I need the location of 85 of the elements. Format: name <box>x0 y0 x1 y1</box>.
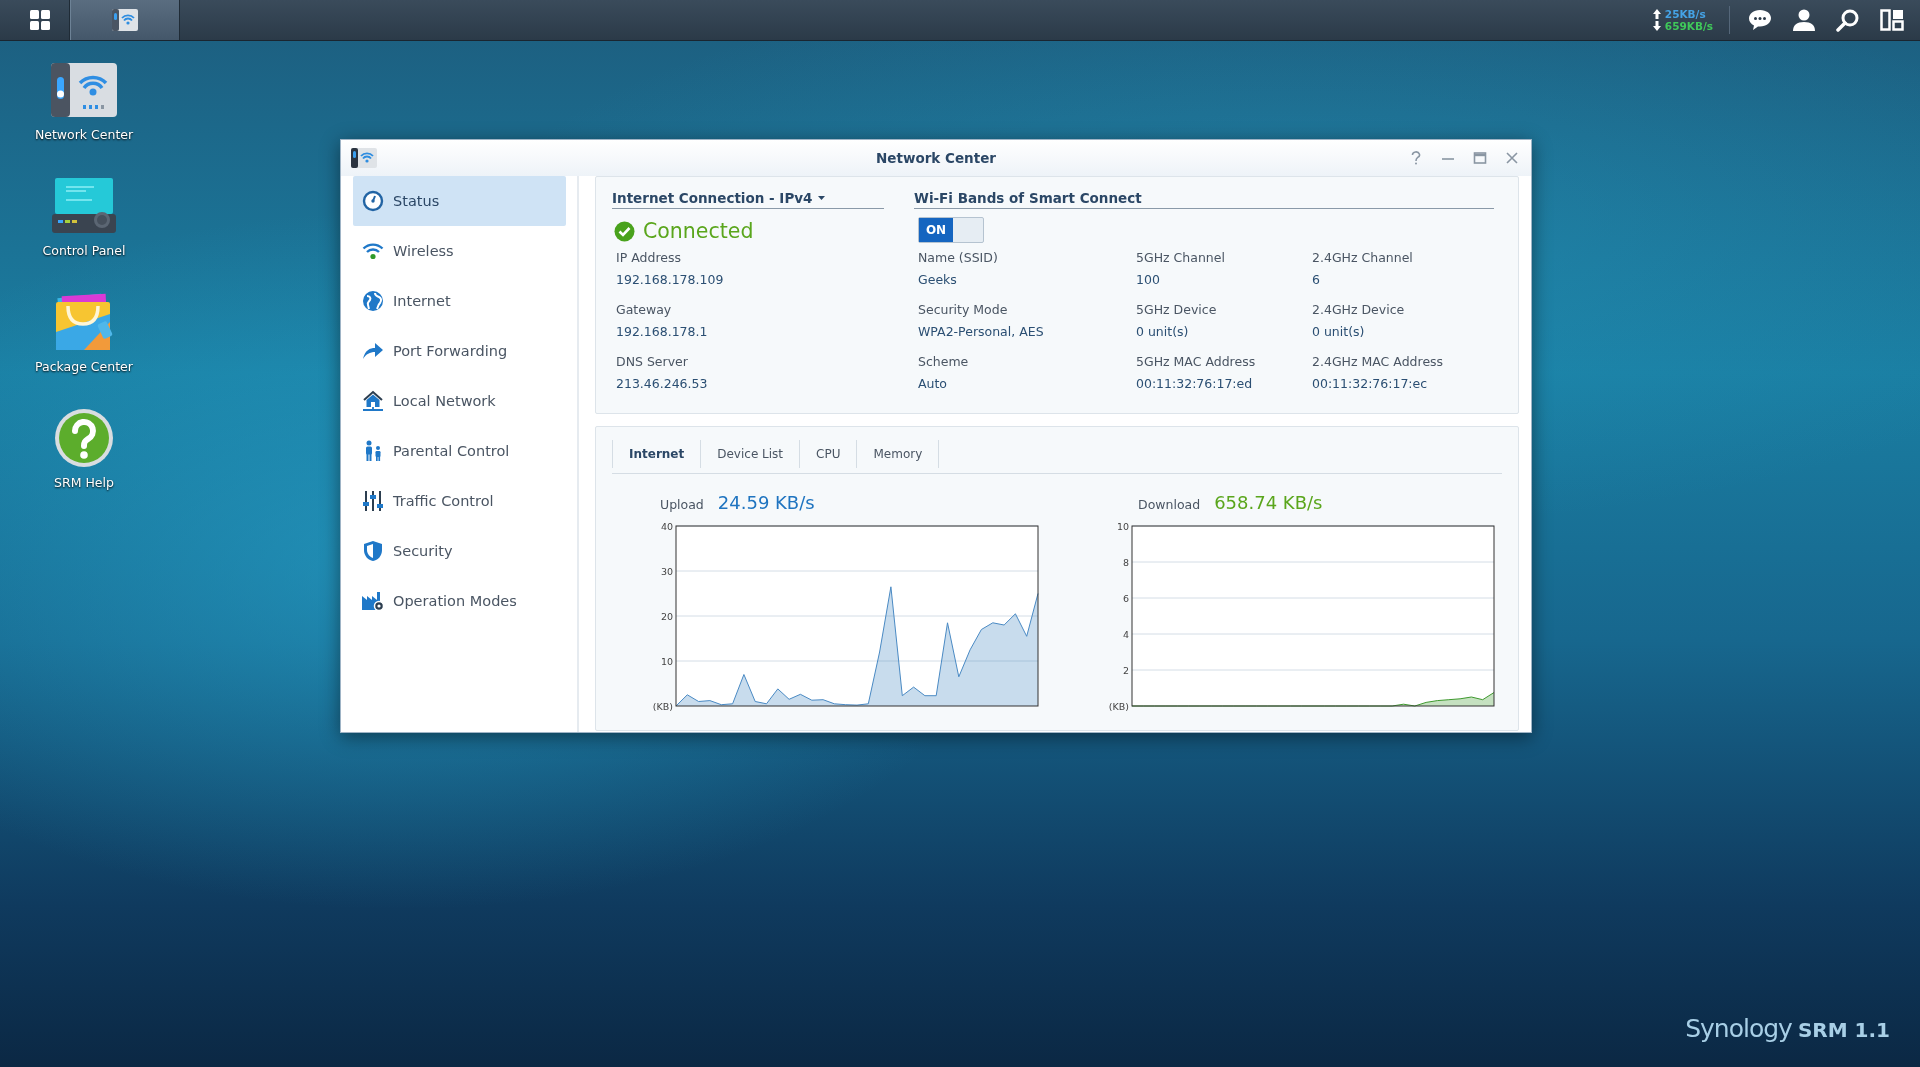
chart-label: Download <box>1138 497 1201 512</box>
upload-speed: 25KB/s <box>1664 8 1706 20</box>
connection-status: Connected <box>643 219 754 243</box>
tab[interactable]: Internet <box>612 440 701 468</box>
tab[interactable]: Device List <box>700 440 800 468</box>
desktop-shortcut[interactable]: Package Center <box>19 289 149 393</box>
brand-name: Synology <box>1685 1014 1792 1043</box>
window-title: Network Center <box>876 150 996 166</box>
globe-icon <box>362 290 384 312</box>
field-label: 5GHz MAC Address <box>1136 353 1257 371</box>
sidebar-item[interactable]: Security <box>353 526 566 576</box>
axis-label: (KB) <box>1108 700 1129 712</box>
field-value: 00:11:32:76:17:ec <box>1312 375 1429 393</box>
sidebar-item[interactable]: Port Forwarding <box>353 326 566 376</box>
field-label: Security Mode <box>918 301 1009 319</box>
axis-label: 4 <box>1122 628 1129 640</box>
axis-label: 40 <box>660 520 673 532</box>
field-label: 5GHz Device <box>1136 301 1218 319</box>
field-label: Scheme <box>918 353 970 371</box>
sidebar-item[interactable]: Internet <box>353 276 566 326</box>
field-label: 2.4GHz Channel <box>1312 249 1414 267</box>
axis-label: (KB) <box>652 700 673 712</box>
field-value: 192.168.178.1 <box>616 323 709 341</box>
field-label: 2.4GHz Device <box>1312 301 1406 319</box>
axis-label: 10 <box>660 655 673 667</box>
download-speed: 659KB/s <box>1664 20 1713 32</box>
tab[interactable]: CPU <box>799 440 857 468</box>
tab[interactable]: Memory <box>856 440 940 468</box>
field-label: 5GHz Channel <box>1136 249 1226 267</box>
field-value: 0 unit(s) <box>1312 323 1366 341</box>
house-icon <box>362 390 384 412</box>
field-value: 6 <box>1312 271 1321 289</box>
axis-label: 30 <box>660 565 673 577</box>
section-title: Wi-Fi Bands of Smart Connect <box>914 189 1142 206</box>
sidebar-item[interactable]: Parental Control <box>353 426 566 476</box>
sliders-icon <box>362 490 384 512</box>
help-icon <box>54 408 114 468</box>
field-label: Gateway <box>616 301 673 319</box>
sidebar-item[interactable]: Local Network <box>353 376 566 426</box>
caret-icon <box>818 195 826 200</box>
axis-label: 2 <box>1122 664 1129 676</box>
desktop-shortcut[interactable]: Network Center <box>19 57 149 161</box>
sidebar-item[interactable]: Traffic Control <box>353 476 566 526</box>
down-arrow-icon <box>1652 21 1661 31</box>
field-label: Name (SSID) <box>918 249 999 267</box>
field-value: WPA2-Personal, AES <box>918 323 1045 341</box>
chart-label: Upload <box>660 497 704 512</box>
up-arrow-icon <box>1652 9 1661 19</box>
dropdown-button[interactable]: Internet Connection - IPv4 <box>612 187 884 209</box>
sidebar-item[interactable]: Status <box>353 176 566 226</box>
axis-label: 20 <box>660 610 673 622</box>
sidebar-item[interactable]: Wireless <box>353 226 566 276</box>
field-label: IP Address <box>616 249 682 267</box>
desktop-shortcut[interactable]: SRM Help <box>19 405 149 509</box>
shield-icon <box>363 540 383 562</box>
product-version: SRM 1.1 <box>1797 1018 1890 1042</box>
router-icon <box>51 63 117 117</box>
field-value: 213.46.246.53 <box>616 375 709 393</box>
gauge-icon <box>362 190 384 212</box>
grid-icon <box>28 9 51 31</box>
field-label: 2.4GHz MAC Address <box>1312 353 1445 371</box>
shopping-bag-icon <box>54 292 114 352</box>
field-value: Geeks <box>918 271 958 289</box>
router-icon <box>112 8 138 32</box>
wifi-icon <box>362 241 384 261</box>
maximize-icon[interactable] <box>1471 149 1489 167</box>
field-value: 100 <box>1136 271 1161 289</box>
field-value: 192.168.178.109 <box>616 271 725 289</box>
sidebar-item[interactable]: Operation Modes <box>353 576 566 626</box>
field-label: DNS Server <box>616 353 689 371</box>
field-value: 0 unit(s) <box>1136 323 1190 341</box>
axis-label: 10 <box>1116 520 1129 532</box>
factory-gear-icon <box>361 590 385 612</box>
axis-label: 8 <box>1122 556 1129 568</box>
taskbar-button[interactable] <box>70 0 180 40</box>
desktop-shortcut[interactable]: Control Panel <box>19 173 149 277</box>
toggle-switch[interactable]: ON <box>918 217 984 243</box>
router-icon <box>351 147 377 169</box>
field-value: 00:11:32:76:17:ed <box>1136 375 1254 393</box>
rate-value: 24.59 KB/s <box>717 492 815 513</box>
arrow-icon <box>362 342 384 360</box>
control-panel-icon <box>52 178 116 234</box>
field-value: Auto <box>918 375 949 393</box>
rate-value: 658.74 KB/s <box>1214 492 1323 513</box>
axis-label: 6 <box>1122 592 1129 604</box>
